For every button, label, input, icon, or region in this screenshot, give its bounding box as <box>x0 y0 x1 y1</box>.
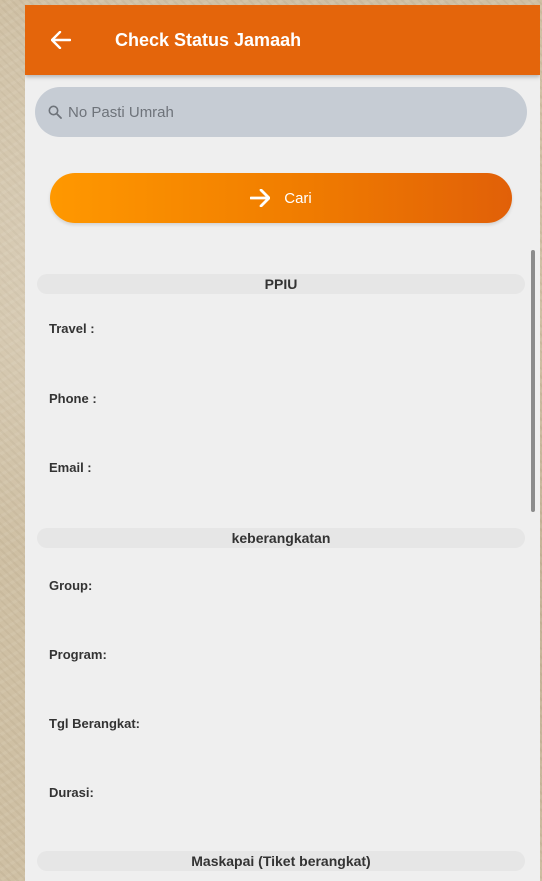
section-header-ppiu: PPIU <box>37 274 525 294</box>
back-button[interactable] <box>49 28 73 52</box>
field-durasi: Durasi: <box>49 785 94 800</box>
page-title: Check Status Jamaah <box>115 29 302 50</box>
field-travel: Travel : <box>49 321 95 336</box>
search-input[interactable] <box>66 102 510 122</box>
field-program: Program: <box>49 647 107 662</box>
app-bar: Check Status Jamaah <box>25 5 540 75</box>
field-email: Email : <box>49 460 92 475</box>
arrow-left-icon <box>51 31 71 49</box>
search-icon <box>48 105 62 119</box>
field-group: Group: <box>49 578 93 593</box>
app-screen: Check Status Jamaah Cari PPIU Travel : P… <box>25 5 540 881</box>
scrollbar[interactable] <box>531 250 535 512</box>
section-header-keberangkatan: keberangkatan <box>37 528 525 548</box>
section-header-maskapai: Maskapai (Tiket berangkat) <box>37 851 525 871</box>
arrow-right-icon <box>250 189 271 207</box>
cari-button-label: Cari <box>284 189 312 207</box>
field-tgl-berangkat: Tgl Berangkat: <box>49 716 141 731</box>
search-bar[interactable] <box>35 87 527 137</box>
cari-button[interactable]: Cari <box>50 173 512 223</box>
field-phone: Phone : <box>49 391 97 406</box>
